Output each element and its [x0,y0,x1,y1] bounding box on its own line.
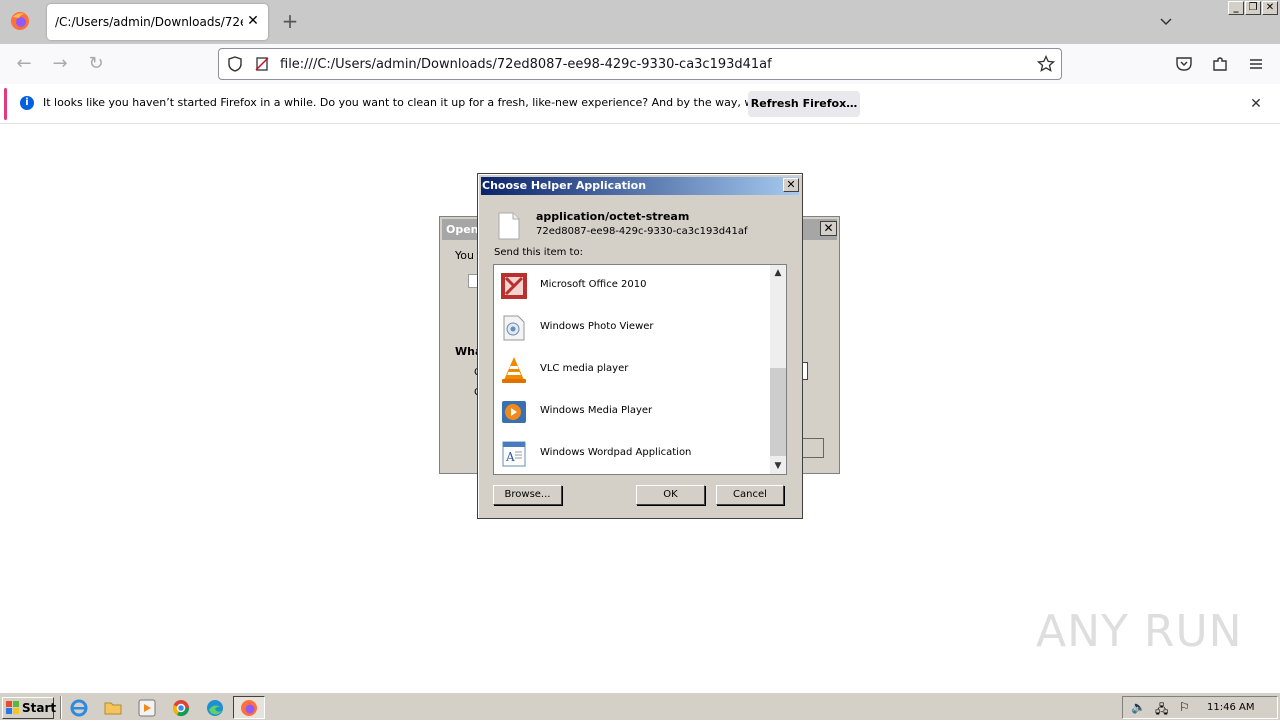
watermark: ANY RUN [1036,606,1243,657]
explorer-folder-icon[interactable] [103,698,123,718]
refresh-firefox-button[interactable]: Refresh Firefox… [748,91,860,117]
list-item-label: Microsoft Office 2010 [540,279,647,290]
list-item-label: Windows Media Player [540,405,653,416]
taskbar-separator [60,696,62,719]
network-icon[interactable]: 🖧 [1155,700,1168,721]
windows-flag-icon [6,701,19,714]
helper-dialog-titlebar: Choose Helper Application [481,177,799,195]
mime-type: application/octet-stream [536,210,690,223]
nav-bar: ← → ↻ file:///C:/Users/admin/Downloads/7… [0,44,1280,84]
application-list[interactable]: Microsoft Office 2010 Windows Photo View… [493,264,787,475]
volume-icon[interactable]: 🔈 [1131,700,1146,714]
tab-title: /C:/Users/admin/Downloads/72ed8087- [55,15,243,29]
tab-current[interactable]: /C:/Users/admin/Downloads/72ed8087- ✕ [47,4,268,40]
list-item[interactable]: Windows Media Player [494,391,770,433]
opening-dialog-close-icon[interactable]: ✕ [820,221,837,236]
list-item[interactable]: VLC media player [494,349,770,391]
vlc-icon [502,357,526,383]
notification-close-icon[interactable]: ✕ [1248,96,1264,112]
shield-icon[interactable] [227,56,243,72]
list-item[interactable]: Windows Photo Viewer [494,307,770,349]
minimize-icon[interactable]: _ [1228,1,1244,15]
url-bar[interactable]: file:///C:/Users/admin/Downloads/72ed808… [218,48,1062,80]
list-item[interactable]: Microsoft Office 2010 [494,265,770,307]
list-item-label: Windows Wordpad Application [540,447,692,458]
file-name: 72ed8087-ee98-429c-9330-ca3c193d41af [536,226,748,237]
scroll-thumb[interactable] [770,368,786,456]
ok-button[interactable]: OK [636,485,705,505]
page-info-icon[interactable] [254,56,270,72]
extensions-icon[interactable] [1211,55,1229,73]
helper-dialog-close-icon[interactable]: ✕ [783,178,799,192]
media-player-icon [502,401,526,423]
media-player-taskbar-icon[interactable] [137,698,157,718]
pocket-icon[interactable] [1175,55,1193,73]
tab-list-chevron-icon[interactable] [1158,14,1174,30]
firefox-taskbar-icon [241,700,257,716]
taskbar: Start 🔈 🖧 ⚐ 11:46 AM [0,692,1280,720]
scroll-up-icon[interactable]: ▲ [770,265,786,281]
list-item-label: VLC media player [540,363,629,374]
back-icon[interactable]: ← [12,52,36,76]
scroll-down-icon[interactable]: ▼ [770,458,786,474]
system-tray: 🔈 🖧 ⚐ 11:46 AM [1122,696,1278,719]
tab-strip: /C:/Users/admin/Downloads/72ed8087- ✕ + … [0,0,1280,44]
bookmark-star-icon[interactable] [1037,55,1055,73]
edge-icon[interactable] [205,698,225,718]
choose-helper-dialog: Choose Helper Application ✕ application/… [477,173,803,519]
opening-dialog-button[interactable] [800,438,824,458]
start-button[interactable]: Start [2,697,57,719]
list-item-label: Windows Photo Viewer [540,321,654,332]
url-text[interactable]: file:///C:/Users/admin/Downloads/72ed808… [280,57,772,72]
photo-viewer-icon [503,315,525,341]
helper-dialog-title: Choose Helper Application [482,179,647,192]
ie-icon[interactable] [69,698,89,718]
send-item-label: Send this item to: [494,247,583,258]
svg-text:A: A [505,450,515,464]
clock[interactable]: 11:46 AM [1207,702,1254,713]
cancel-button[interactable]: Cancel [716,485,784,505]
office-icon [501,273,527,299]
notification-accent [4,88,7,120]
start-label: Start [22,701,57,715]
reload-icon[interactable]: ↻ [84,52,108,76]
info-icon: i [20,96,34,110]
list-scrollbar[interactable]: ▲ ▼ [770,265,786,474]
new-tab-icon[interactable]: + [280,11,300,31]
notification-message: It looks like you haven’t started Firefo… [43,96,828,109]
tab-close-icon[interactable]: ✕ [244,12,262,30]
firefox-taskbar-button[interactable] [233,696,265,719]
window-close-icon[interactable]: ✕ [1262,1,1278,15]
menu-hamburger-icon[interactable] [1247,55,1265,73]
chrome-icon[interactable] [171,698,191,718]
file-icon [498,212,520,240]
firefox-logo-icon [11,12,29,30]
notification-bar: i It looks like you haven’t started Fire… [0,84,1280,124]
action-center-flag-icon[interactable]: ⚐ [1179,700,1190,714]
browse-button[interactable]: Browse... [493,485,562,505]
list-item[interactable]: A Windows Wordpad Application [494,433,770,475]
restore-icon[interactable]: ❐ [1245,1,1261,15]
forward-icon[interactable]: → [48,52,72,76]
wordpad-icon: A [502,441,526,467]
